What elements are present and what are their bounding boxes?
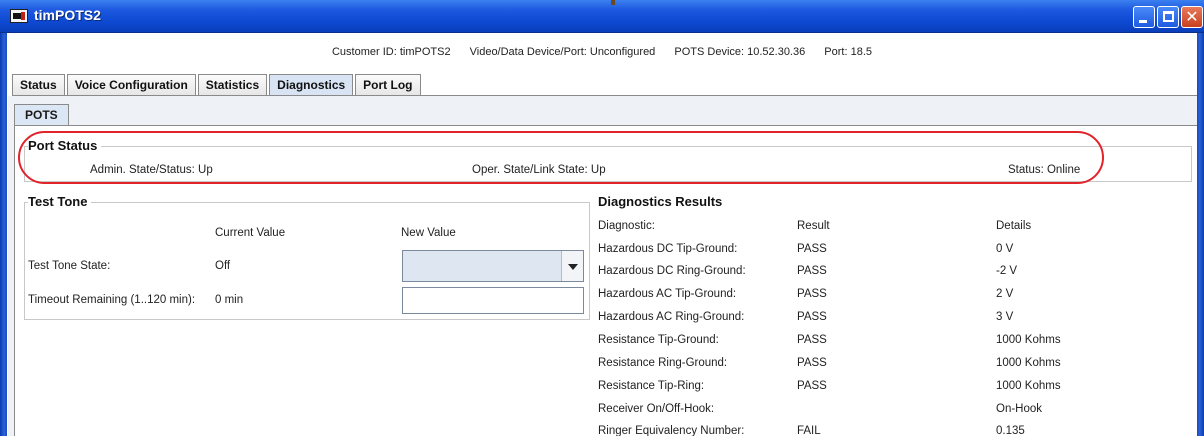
maximize-button[interactable] <box>1157 6 1179 28</box>
diagnostic-name: Hazardous AC Tip-Ground: <box>598 288 737 300</box>
close-button[interactable]: ✕ <box>1181 6 1203 28</box>
diagnostic-result: FAIL <box>797 425 821 436</box>
diagnostic-details: 1000 Kohms <box>996 334 1061 346</box>
result-header: Result <box>797 220 830 232</box>
test-tone-state-label: Test Tone State: <box>28 260 111 272</box>
online-status: Status: Online <box>1008 164 1081 176</box>
diagnostic-name: Receiver On/Off-Hook: <box>598 403 715 415</box>
timeout-label: Timeout Remaining (1..120 min): <box>28 294 196 306</box>
diagnostic-result: PASS <box>797 334 827 346</box>
app-logo-icon <box>10 9 28 23</box>
current-value-header: Current Value <box>215 227 286 239</box>
pots-device: POTS Device: 10.52.30.36 <box>674 46 806 58</box>
diagnostic-name: Ringer Equivalency Number: <box>598 425 745 436</box>
title-bar[interactable]: timPOTS2 ✕ <box>0 0 1204 33</box>
diagnostic-result: PASS <box>797 288 827 300</box>
test-tone-state-select[interactable] <box>402 250 584 282</box>
diagnostic-result: PASS <box>797 380 827 392</box>
port-number: Port: 18.5 <box>824 46 872 58</box>
tab-voice-configuration[interactable]: Voice Configuration <box>66 74 196 96</box>
diagnostic-details: -2 V <box>996 265 1018 277</box>
video-data-port: Video/Data Device/Port: Unconfigured <box>469 46 656 58</box>
port-status-title: Port Status <box>28 138 102 153</box>
background-artifact <box>611 0 615 5</box>
diagnostic-header: Diagnostic: <box>598 220 655 232</box>
maximize-icon <box>1163 11 1174 22</box>
timeout-value: 0 min <box>215 294 244 306</box>
admin-state: Admin. State/Status: Up <box>90 164 213 176</box>
diagnostic-details: On-Hook <box>996 403 1043 415</box>
tab-port-log[interactable]: Port Log <box>355 74 421 96</box>
diagnostic-result: PASS <box>797 311 827 323</box>
details-header: Details <box>996 220 1032 232</box>
diagnostic-details: 1000 Kohms <box>996 380 1061 392</box>
close-icon: ✕ <box>1185 7 1199 26</box>
diagnostic-result: PASS <box>797 265 827 277</box>
oper-state: Oper. State/Link State: Up <box>472 164 606 176</box>
diagnostic-name: Hazardous DC Ring-Ground: <box>598 265 746 277</box>
diagnostic-name: Resistance Tip-Ring: <box>598 380 705 392</box>
diagnostics-results-title: Diagnostics Results <box>598 194 727 209</box>
diagnostic-details: 0.135 <box>996 425 1025 436</box>
diagnostic-name: Hazardous AC Ring-Ground: <box>598 311 745 323</box>
new-value-header: New Value <box>401 227 456 239</box>
diagnostic-details: 1000 Kohms <box>996 357 1061 369</box>
test-tone-state-value: Off <box>215 260 231 272</box>
diagnostic-result: PASS <box>797 357 827 369</box>
diagnostic-details: 3 V <box>996 311 1014 323</box>
device-info-line: Customer ID: timPOTS2 Video/Data Device/… <box>0 46 1204 58</box>
chevron-down-icon[interactable] <box>561 251 583 281</box>
minimize-button[interactable] <box>1133 6 1155 28</box>
diagnostic-details: 0 V <box>996 243 1014 255</box>
diagnostic-result: PASS <box>797 243 827 255</box>
customer-id: Customer ID: timPOTS2 <box>331 46 451 58</box>
main-tabs: Status Voice Configuration Statistics Di… <box>12 74 423 96</box>
test-tone-title: Test Tone <box>28 194 92 209</box>
diagnostic-name: Resistance Tip-Ground: <box>598 334 719 346</box>
window-frame-left <box>0 0 7 436</box>
subtab-pots[interactable]: POTS <box>14 104 69 126</box>
diagnostic-details: 2 V <box>996 288 1014 300</box>
tab-status[interactable]: Status <box>12 74 65 96</box>
timeout-input[interactable] <box>402 287 584 314</box>
tab-diagnostics[interactable]: Diagnostics <box>269 74 354 96</box>
minimize-icon <box>1139 20 1147 23</box>
diagnostic-name: Hazardous DC Tip-Ground: <box>598 243 738 255</box>
window-frame-right <box>1197 0 1204 436</box>
tab-statistics[interactable]: Statistics <box>197 74 268 96</box>
diagnostic-name: Resistance Ring-Ground: <box>598 357 728 369</box>
window-title: timPOTS2 <box>34 7 101 23</box>
